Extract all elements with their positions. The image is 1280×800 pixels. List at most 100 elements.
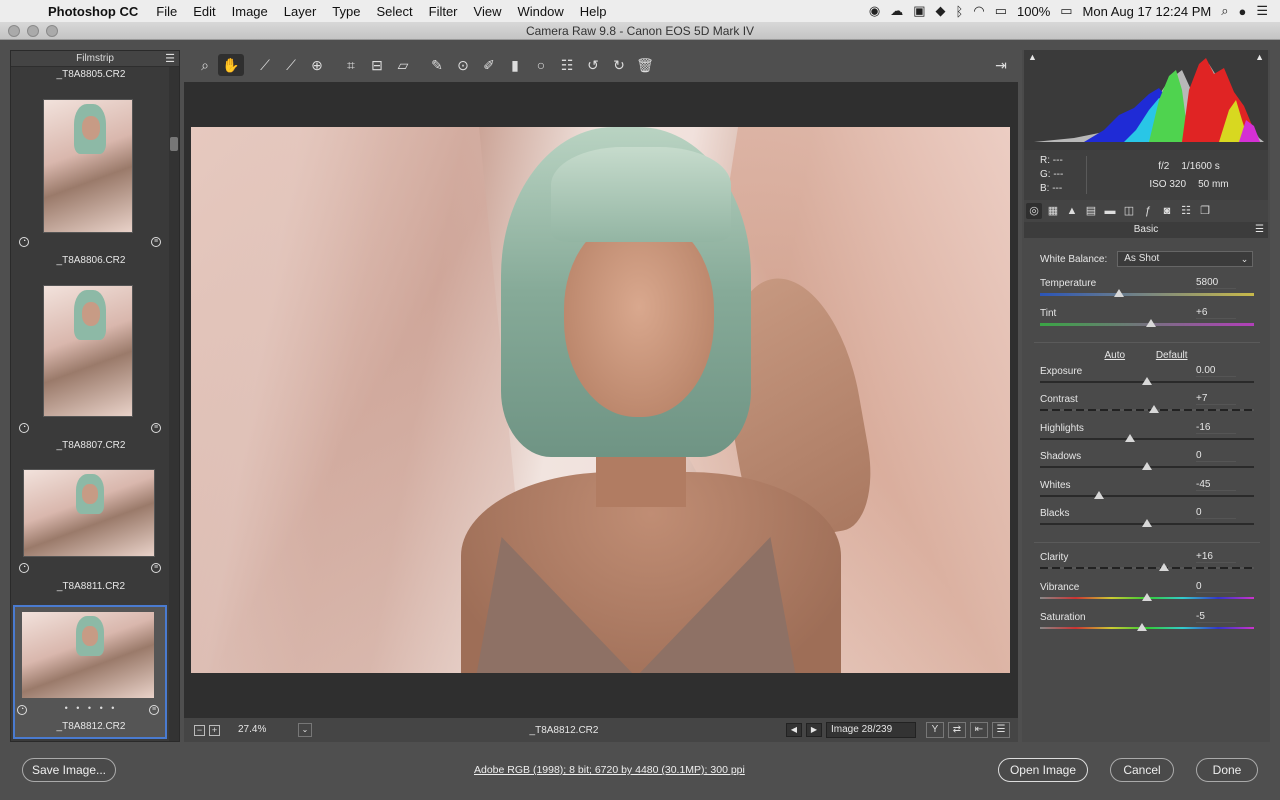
open-image-button[interactable]: Open Image	[998, 758, 1088, 782]
menu-file[interactable]: File	[148, 4, 185, 19]
thumbnail[interactable]	[23, 469, 155, 557]
slider-value[interactable]: -5	[1196, 611, 1236, 623]
basic-tab-icon[interactable]: ◎	[1026, 203, 1042, 219]
slider-value[interactable]: -16	[1196, 422, 1236, 434]
slider-handle[interactable]	[1136, 623, 1147, 631]
image-preview-area[interactable]	[184, 82, 1018, 718]
crop-icon[interactable]: ⌗	[338, 54, 364, 76]
slider-handle[interactable]	[1142, 377, 1152, 385]
filmstrip-scrollbar[interactable]	[169, 67, 179, 741]
slider-value[interactable]: 0	[1196, 581, 1236, 593]
menu-type[interactable]: Type	[324, 4, 368, 19]
snapshots-tab-icon[interactable]: ❐	[1197, 203, 1213, 219]
done-button[interactable]: Done	[1196, 758, 1258, 782]
rotate-cw-icon[interactable]: ↻	[606, 54, 632, 76]
clock[interactable]: Mon Aug 17 12:24 PM	[1083, 4, 1212, 19]
close-window-button[interactable]	[8, 25, 20, 37]
color-sampler-icon[interactable]: ⟋	[278, 54, 304, 76]
blacks-slider[interactable]: Blacks 0	[1040, 507, 1254, 536]
slider-value[interactable]: 0	[1196, 507, 1236, 519]
slider-value[interactable]: +7	[1196, 393, 1236, 405]
slider-track[interactable]	[1040, 409, 1254, 411]
slider-handle[interactable]	[1142, 519, 1152, 527]
slider-handle[interactable]	[1149, 405, 1160, 413]
clarity-slider[interactable]: Clarity +16	[1040, 551, 1254, 580]
cancel-button[interactable]: Cancel	[1110, 758, 1174, 782]
slider-value[interactable]: 5800	[1196, 277, 1236, 289]
auto-button[interactable]: Auto	[1104, 350, 1125, 361]
basic-panel-menu-icon[interactable]: ☰	[1255, 222, 1264, 238]
rating-stars[interactable]: • • • • •	[15, 703, 167, 713]
zoom-in-button[interactable]: +	[209, 724, 220, 736]
previous-image-button[interactable]: ◀	[786, 723, 802, 737]
hsl-tab-icon[interactable]: ▤	[1083, 203, 1099, 219]
contrast-slider[interactable]: Contrast +7	[1040, 393, 1254, 422]
menu-window[interactable]: Window	[509, 4, 571, 19]
creative-cloud-icon[interactable]: ☁	[890, 3, 903, 19]
thumbnail[interactable]	[43, 285, 133, 417]
preview-preferences-icon[interactable]: ☰	[992, 722, 1010, 738]
hand-icon[interactable]: ✋	[218, 54, 244, 76]
slider-track[interactable]	[1040, 627, 1254, 629]
effects-tab-icon[interactable]: ƒ	[1140, 203, 1156, 219]
slider-handle[interactable]	[1114, 289, 1125, 297]
rotate-ccw-icon[interactable]: ↺	[580, 54, 606, 76]
slider-handle[interactable]	[1142, 462, 1152, 470]
thumbnail[interactable]	[43, 99, 133, 233]
slider-value[interactable]: -45	[1196, 479, 1236, 491]
siri-icon[interactable]: ●	[1238, 4, 1246, 19]
highlight-clipping-icon[interactable]: ▲	[1255, 52, 1264, 62]
presets-tab-icon[interactable]: ☷	[1178, 203, 1194, 219]
screen-share-icon[interactable]: ▣	[913, 3, 925, 19]
thumbnail[interactable]	[21, 611, 155, 699]
slider-value[interactable]: 0	[1196, 450, 1236, 462]
tint-slider[interactable]: Tint +6	[1040, 307, 1254, 336]
tone-curve-tab-icon[interactable]: ▦	[1045, 203, 1061, 219]
slider-value[interactable]: +16	[1196, 551, 1236, 563]
workflow-options-link[interactable]: Adobe RGB (1998); 8 bit; 6720 by 4480 (3…	[474, 764, 754, 776]
scrollbar-thumb[interactable]	[170, 137, 178, 151]
record-icon[interactable]: ◉	[869, 3, 880, 19]
save-image-button[interactable]: Save Image...	[22, 758, 116, 782]
saturation-slider[interactable]: Saturation -5	[1040, 611, 1254, 640]
menu-view[interactable]: View	[466, 4, 510, 19]
fullscreen-icon[interactable]: ⇥	[988, 54, 1014, 76]
temperature-slider[interactable]: Temperature 5800	[1040, 277, 1254, 306]
radial-filter-icon[interactable]: ○	[528, 54, 554, 76]
before-after-y-icon[interactable]: Y	[926, 722, 944, 738]
target-adjust-icon[interactable]: ⊕	[304, 54, 330, 76]
notification-center-icon[interactable]: ☰	[1256, 3, 1268, 19]
slider-handle[interactable]	[1142, 593, 1152, 601]
shadows-slider[interactable]: Shadows 0	[1040, 450, 1254, 479]
default-button[interactable]: Default	[1156, 350, 1188, 361]
next-image-button[interactable]: ▶	[806, 723, 822, 737]
transform-icon[interactable]: ▱	[390, 54, 416, 76]
zoom-out-button[interactable]: −	[194, 724, 205, 736]
red-eye-icon[interactable]: ⊙	[450, 54, 476, 76]
app-menu[interactable]: Photoshop CC	[38, 4, 148, 19]
spot-removal-icon[interactable]: ✎	[424, 54, 450, 76]
white-balance-select[interactable]: As Shot ⌄	[1117, 251, 1254, 267]
menu-edit[interactable]: Edit	[185, 4, 223, 19]
slider-track[interactable]	[1040, 567, 1254, 569]
vibrance-slider[interactable]: Vibrance 0	[1040, 581, 1254, 610]
preferences-icon[interactable]: ☷	[554, 54, 580, 76]
lens-corrections-tab-icon[interactable]: ◫	[1121, 203, 1137, 219]
zoom-dropdown-icon[interactable]: ⌄	[298, 723, 312, 737]
white-balance-icon[interactable]: ⟋	[252, 54, 278, 76]
shadow-clipping-icon[interactable]: ▲	[1028, 52, 1037, 62]
trash-icon[interactable]: 🗑	[632, 54, 658, 76]
menu-layer[interactable]: Layer	[276, 4, 325, 19]
slider-track[interactable]	[1040, 495, 1254, 497]
slider-track[interactable]	[1040, 438, 1254, 440]
copy-settings-icon[interactable]: ⇤	[970, 722, 988, 738]
filmstrip-menu-icon[interactable]: ☰	[165, 51, 175, 67]
graduated-filter-icon[interactable]: ▮	[502, 54, 528, 76]
slider-handle[interactable]	[1146, 319, 1157, 327]
slider-track[interactable]	[1040, 293, 1254, 296]
straighten-icon[interactable]: ⊟	[364, 54, 390, 76]
spotlight-icon[interactable]: ⌕	[1221, 3, 1228, 19]
detail-tab-icon[interactable]: ▲	[1064, 203, 1080, 219]
filmstrip-item-label[interactable]: _T8A8805.CR2	[11, 69, 171, 80]
zoom-level[interactable]: 27.4%	[238, 722, 298, 738]
